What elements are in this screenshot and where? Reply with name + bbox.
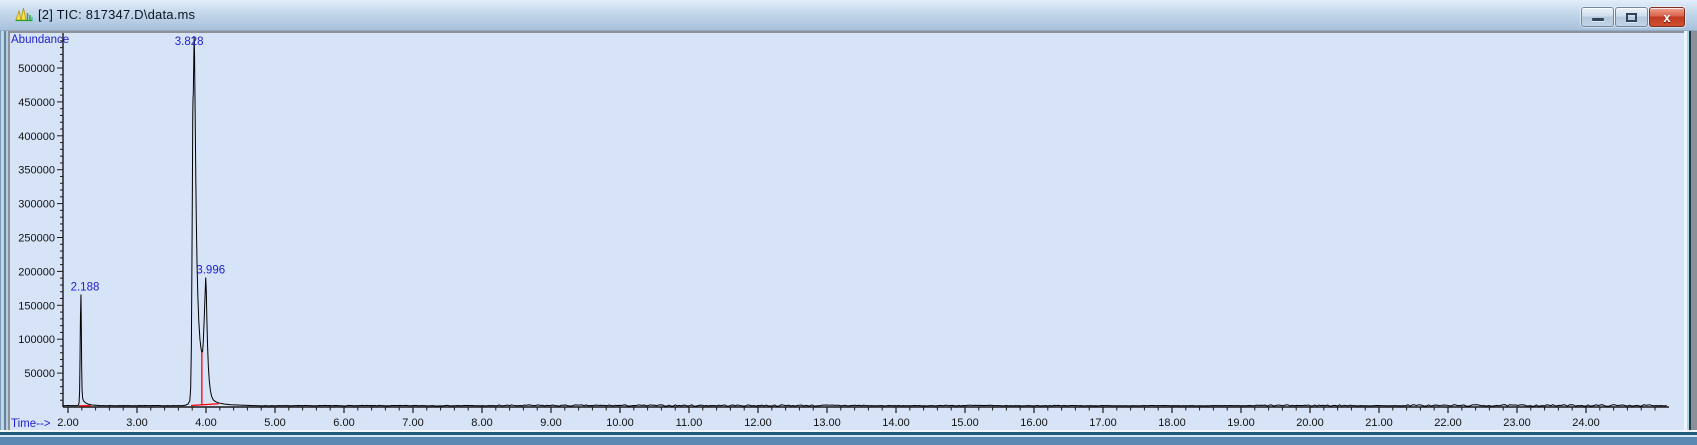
svg-text:11.00: 11.00 <box>676 417 703 429</box>
svg-text:14.00: 14.00 <box>882 417 910 429</box>
window-title: [2] TIC: 817347.D\data.ms <box>38 7 196 22</box>
svg-text:7.00: 7.00 <box>402 417 423 429</box>
svg-text:3.996: 3.996 <box>196 265 225 277</box>
window-frame-left <box>0 31 8 430</box>
svg-text:8.00: 8.00 <box>471 417 492 429</box>
svg-text:Abundance: Abundance <box>11 34 69 46</box>
svg-text:24.00: 24.00 <box>1572 417 1600 429</box>
svg-text:16.00: 16.00 <box>1020 417 1048 429</box>
svg-text:9.00: 9.00 <box>540 417 561 429</box>
background-band <box>0 437 1697 445</box>
close-icon: x <box>1663 10 1671 25</box>
svg-text:300000: 300000 <box>18 199 55 211</box>
svg-text:6.00: 6.00 <box>333 417 354 429</box>
svg-text:2.188: 2.188 <box>71 281 100 293</box>
svg-text:200000: 200000 <box>18 266 55 278</box>
caption-buttons: x <box>1581 7 1685 27</box>
svg-text:23.00: 23.00 <box>1503 417 1531 429</box>
svg-text:100000: 100000 <box>18 334 55 346</box>
window-frame-right <box>1684 31 1697 430</box>
svg-text:3.828: 3.828 <box>175 36 204 48</box>
svg-text:10.00: 10.00 <box>606 417 634 429</box>
svg-text:400000: 400000 <box>18 131 55 143</box>
maximize-icon <box>1626 13 1637 22</box>
svg-text:350000: 350000 <box>18 165 55 177</box>
svg-text:450000: 450000 <box>18 97 55 109</box>
svg-text:5.00: 5.00 <box>264 417 285 429</box>
svg-text:Time-->: Time--> <box>11 418 51 430</box>
integration-marks <box>78 352 219 407</box>
svg-text:500000: 500000 <box>18 63 55 75</box>
svg-text:150000: 150000 <box>18 300 55 312</box>
svg-text:13.00: 13.00 <box>813 417 841 429</box>
svg-text:19.00: 19.00 <box>1227 417 1255 429</box>
tic-trace <box>63 36 1667 407</box>
peak-labels: 2.188 3.828 3.996 <box>71 36 226 293</box>
title-bar[interactable]: [2] TIC: 817347.D\data.ms x <box>0 0 1697 31</box>
close-button[interactable]: x <box>1649 7 1685 27</box>
chromatogram-plot[interactable]: 50000 100000 150000 200000 250000 300000 35000… <box>10 33 1684 430</box>
chemstation-chromatogram-window: [2] TIC: 817347.D\data.ms x 50000 100000 1… <box>0 0 1697 445</box>
svg-text:22.00: 22.00 <box>1434 417 1462 429</box>
minimize-icon <box>1592 18 1604 21</box>
svg-text:18.00: 18.00 <box>1158 417 1186 429</box>
svg-text:15.00: 15.00 <box>951 417 979 429</box>
svg-text:12.00: 12.00 <box>744 417 772 429</box>
svg-text:17.00: 17.00 <box>1089 417 1117 429</box>
svg-text:3.00: 3.00 <box>126 417 147 429</box>
maximize-button[interactable] <box>1615 7 1648 27</box>
svg-text:250000: 250000 <box>18 233 55 245</box>
axes <box>62 33 1669 408</box>
svg-text:50000: 50000 <box>24 368 55 380</box>
svg-text:4.00: 4.00 <box>195 417 216 429</box>
svg-text:2.00: 2.00 <box>57 417 78 429</box>
svg-text:20.00: 20.00 <box>1296 417 1324 429</box>
y-axis-ticks: 50000 100000 150000 200000 250000 300000 35000… <box>18 40 63 401</box>
minimize-button[interactable] <box>1581 7 1614 27</box>
svg-text:21.00: 21.00 <box>1365 417 1393 429</box>
x-axis-ticks: 2.00 3.00 4.00 5.00 6.00 7.00 8.00 9.00 10.00 11.… <box>57 407 1656 429</box>
chromatogram-app-icon <box>15 7 33 22</box>
plot-panel: 50000 100000 150000 200000 250000 300000 35000… <box>8 31 1684 430</box>
